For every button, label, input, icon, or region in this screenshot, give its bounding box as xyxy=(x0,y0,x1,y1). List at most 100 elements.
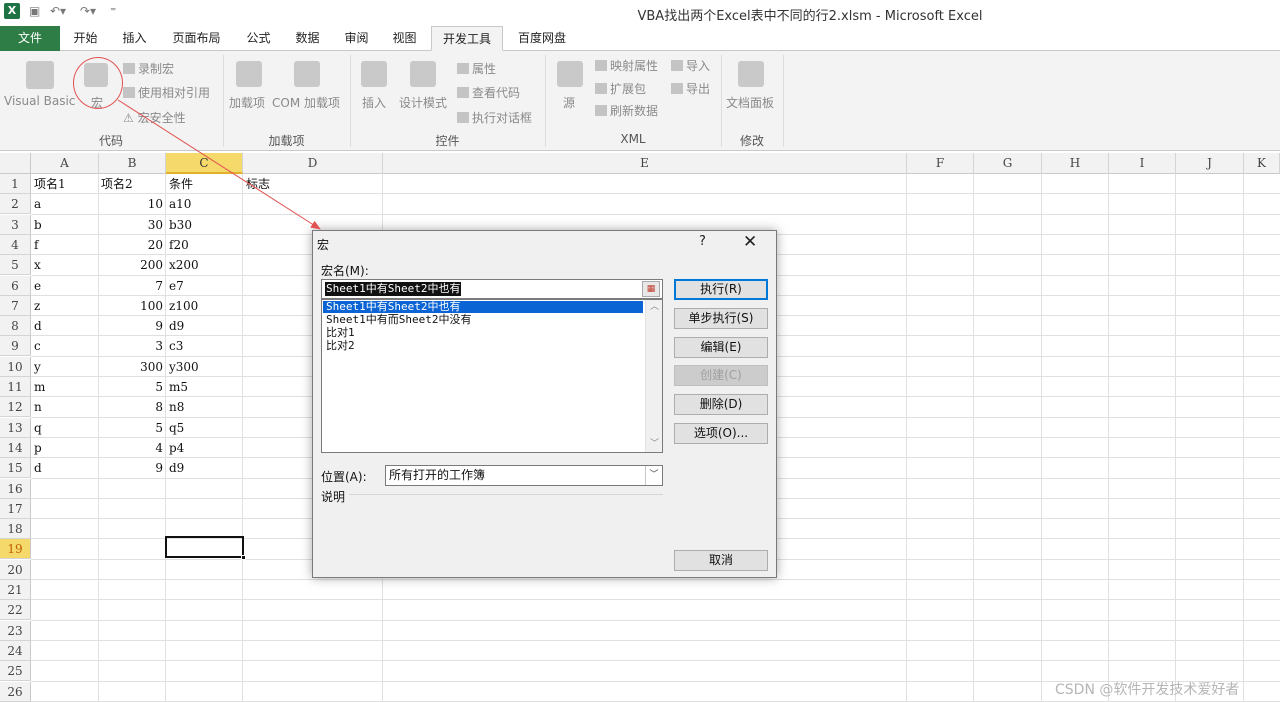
expansion-packs-button[interactable]: 扩展包 xyxy=(595,80,646,97)
row-header[interactable]: 13 xyxy=(0,418,31,438)
table-cell[interactable]: 100 xyxy=(99,296,163,316)
column-header[interactable]: H xyxy=(1042,153,1109,174)
location-select[interactable]: 所有打开的工作簿 ﹀ xyxy=(385,465,663,486)
table-cell[interactable]: d xyxy=(34,458,94,478)
column-header[interactable]: A xyxy=(31,153,99,174)
close-button[interactable]: ✕ xyxy=(743,232,757,252)
table-cell[interactable]: 20 xyxy=(99,235,163,255)
row-header[interactable]: 1 xyxy=(0,174,31,194)
cancel-button[interactable]: 取消 xyxy=(674,550,768,571)
macro-list-item[interactable]: Sheet1中有而Sheet2中没有 xyxy=(323,314,471,326)
table-cell[interactable]: 5 xyxy=(99,418,163,438)
table-cell[interactable]: c xyxy=(34,336,94,356)
table-cell[interactable]: 200 xyxy=(99,255,163,275)
tab-developer[interactable]: 开发工具 xyxy=(431,26,503,51)
row-header[interactable]: 24 xyxy=(0,641,31,661)
row-header[interactable]: 14 xyxy=(0,438,31,458)
row-header[interactable]: 9 xyxy=(0,336,31,356)
xml-source-button[interactable]: 源 xyxy=(563,94,575,111)
row-header[interactable]: 22 xyxy=(0,600,31,620)
row-header[interactable]: 26 xyxy=(0,682,31,702)
macro-security-button[interactable]: ⚠ 宏安全性 xyxy=(123,109,186,126)
record-macro-button[interactable]: 录制宏 xyxy=(123,60,174,77)
column-header[interactable]: E xyxy=(383,153,907,174)
table-cell[interactable]: 9 xyxy=(99,458,163,478)
table-cell[interactable]: z xyxy=(34,296,94,316)
table-cell[interactable]: 300 xyxy=(99,357,163,377)
row-header[interactable]: 11 xyxy=(0,377,31,397)
tab-baidu-netdisk[interactable]: 百度网盘 xyxy=(508,26,576,51)
com-addins-button[interactable]: COM 加载项 xyxy=(272,94,340,111)
select-all-corner[interactable] xyxy=(0,153,31,174)
row-header[interactable]: 7 xyxy=(0,296,31,316)
macro-list-item[interactable]: 比对2 xyxy=(323,340,355,352)
header-cell[interactable]: 项名1 xyxy=(34,174,66,194)
addins-button[interactable]: 加载项 xyxy=(229,94,265,111)
row-header[interactable]: 23 xyxy=(0,621,31,641)
table-cell[interactable]: d9 xyxy=(169,458,241,478)
insert-control-button[interactable]: 插入 xyxy=(362,94,386,111)
header-cell[interactable]: 标志 xyxy=(246,174,270,194)
row-header[interactable]: 10 xyxy=(0,357,31,377)
run-button[interactable]: 执行(R) xyxy=(674,279,768,300)
column-header[interactable]: C xyxy=(166,153,243,174)
macro-list-item[interactable]: 比对1 xyxy=(323,327,355,339)
map-properties-button[interactable]: 映射属性 xyxy=(595,57,658,74)
view-code-button[interactable]: 查看代码 xyxy=(457,84,520,101)
properties-button[interactable]: 属性 xyxy=(457,60,496,77)
active-cell-cursor[interactable] xyxy=(165,536,246,560)
table-cell[interactable]: 10 xyxy=(99,194,163,214)
table-cell[interactable]: e xyxy=(34,276,94,296)
fill-handle[interactable] xyxy=(241,555,246,560)
refresh-data-button[interactable]: 刷新数据 xyxy=(595,102,658,119)
tab-insert[interactable]: 插入 xyxy=(112,26,157,51)
row-header[interactable]: 4 xyxy=(0,235,31,255)
table-cell[interactable]: 9 xyxy=(99,316,163,336)
row-header[interactable]: 3 xyxy=(0,215,31,235)
column-header[interactable]: J xyxy=(1176,153,1244,174)
row-header[interactable]: 20 xyxy=(0,560,31,580)
row-header[interactable]: 21 xyxy=(0,580,31,600)
table-cell[interactable]: 7 xyxy=(99,276,163,296)
column-header[interactable]: I xyxy=(1109,153,1176,174)
document-panel-button[interactable]: 文档面板 xyxy=(726,94,774,111)
row-header[interactable]: 17 xyxy=(0,499,31,519)
run-dialog-button[interactable]: 执行对话框 xyxy=(457,109,532,126)
column-header[interactable]: B xyxy=(99,153,166,174)
help-button[interactable]: ? xyxy=(699,234,706,249)
row-header[interactable]: 16 xyxy=(0,479,31,499)
table-cell[interactable]: p4 xyxy=(169,438,241,458)
collapse-dialog-icon[interactable]: ▦ xyxy=(642,281,660,297)
row-header[interactable]: 8 xyxy=(0,316,31,336)
list-scrollbar[interactable]: ︿ ﹀ xyxy=(645,300,662,452)
row-header[interactable]: 6 xyxy=(0,276,31,296)
table-cell[interactable]: y300 xyxy=(169,357,241,377)
column-header[interactable]: K xyxy=(1244,153,1280,174)
table-cell[interactable]: y xyxy=(34,357,94,377)
visual-basic-button[interactable]: Visual Basic xyxy=(4,94,75,108)
table-cell[interactable]: d9 xyxy=(169,316,241,336)
table-cell[interactable]: 3 xyxy=(99,336,163,356)
column-header[interactable]: G xyxy=(974,153,1042,174)
macro-list-item[interactable]: Sheet1中有Sheet2中也有 xyxy=(323,301,643,313)
macro-list[interactable]: Sheet1中有Sheet2中也有 Sheet1中有而Sheet2中没有 比对1… xyxy=(321,299,663,453)
column-header[interactable]: F xyxy=(907,153,974,174)
table-cell[interactable]: n xyxy=(34,397,94,417)
tab-review[interactable]: 审阅 xyxy=(334,26,379,51)
table-cell[interactable]: d xyxy=(34,316,94,336)
table-cell[interactable]: 5 xyxy=(99,377,163,397)
scroll-up-icon[interactable]: ︿ xyxy=(646,300,663,315)
row-header[interactable]: 19 xyxy=(0,539,31,559)
tab-view[interactable]: 视图 xyxy=(382,26,427,51)
tab-data[interactable]: 数据 xyxy=(285,26,330,51)
options-button[interactable]: 选项(O)... xyxy=(674,423,768,444)
use-relative-references-button[interactable]: 使用相对引用 xyxy=(123,84,210,101)
table-cell[interactable]: e7 xyxy=(169,276,241,296)
table-cell[interactable]: z100 xyxy=(169,296,241,316)
tab-page-layout[interactable]: 页面布局 xyxy=(164,26,229,51)
step-into-button[interactable]: 单步执行(S) xyxy=(674,308,768,329)
design-mode-button[interactable]: 设计模式 xyxy=(399,94,447,111)
table-cell[interactable]: x xyxy=(34,255,94,275)
table-cell[interactable]: m xyxy=(34,377,94,397)
table-cell[interactable]: b30 xyxy=(169,215,241,235)
